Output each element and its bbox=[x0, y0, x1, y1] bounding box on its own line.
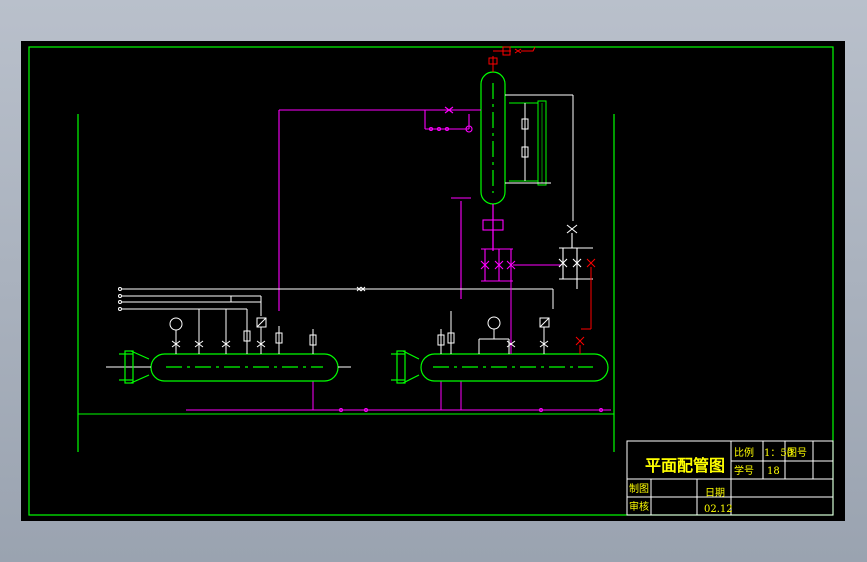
overhead-vapor-line bbox=[278, 106, 481, 311]
utility-headers bbox=[118, 286, 554, 325]
piping-drawing: 平面配管图 比例 1：50 图号 学号 18 制图 日期 审核 02.12 bbox=[28, 46, 834, 516]
left-vessel-nozzles bbox=[169, 309, 317, 354]
scale-label: 比例 bbox=[734, 446, 754, 459]
drafter-label: 制图 bbox=[629, 482, 649, 495]
drawing-no-label: 图号 bbox=[787, 447, 807, 459]
column-relief-valve bbox=[488, 46, 536, 72]
left-horizontal-vessel bbox=[106, 350, 351, 384]
pump-station-right bbox=[558, 224, 593, 289]
drawing-title: 平面配管图 bbox=[645, 456, 725, 475]
vertical-column bbox=[480, 71, 506, 251]
date-label: 日期 bbox=[705, 487, 725, 499]
building-walls bbox=[77, 114, 615, 452]
drawing-frame bbox=[28, 46, 834, 516]
reviewer-label: 审核 bbox=[629, 500, 649, 513]
drain-header bbox=[186, 381, 611, 412]
right-horizontal-vessel bbox=[391, 350, 609, 384]
student-no-label: 学号 bbox=[734, 464, 754, 477]
right-vessel-nozzles bbox=[437, 281, 554, 354]
date-value: 02.12 bbox=[704, 504, 733, 515]
cad-drawing-area[interactable]: 平面配管图 比例 1：50 图号 学号 18 制图 日期 审核 02.12 bbox=[21, 41, 845, 521]
relief-valve-right bbox=[575, 258, 596, 354]
column-level-gauge bbox=[505, 94, 574, 221]
pump-station-left bbox=[451, 197, 561, 299]
student-no-value: 18 bbox=[767, 466, 780, 477]
